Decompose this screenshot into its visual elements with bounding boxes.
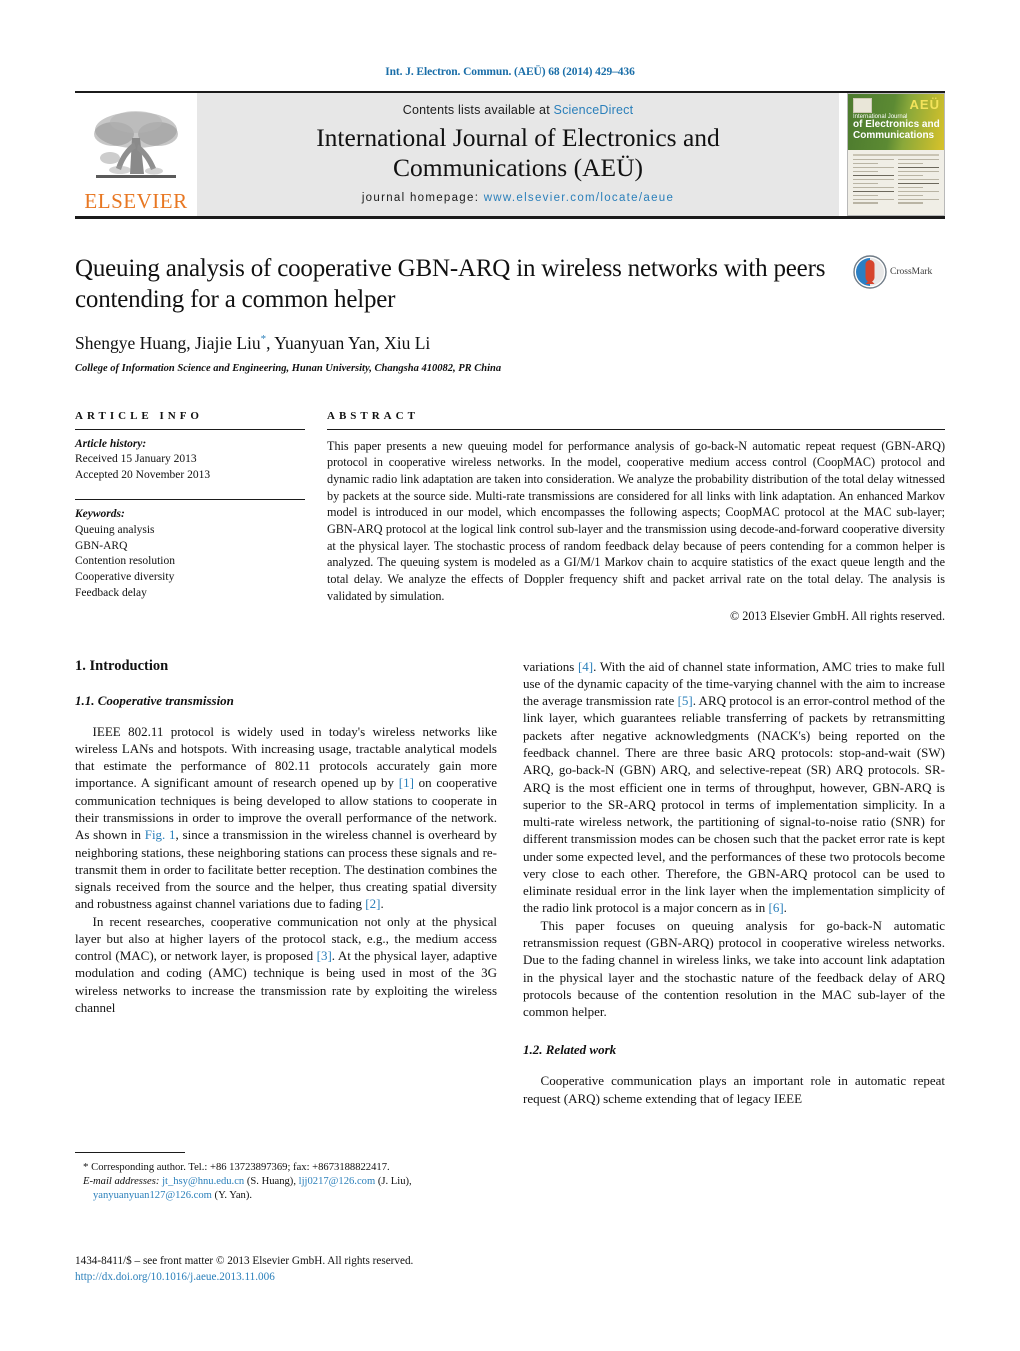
cover-name-line-2: Communications [853,129,935,141]
paragraph: variations [4]. With the aid of channel … [523,658,945,917]
keywords-group: Keywords: Queuing analysis GBN-ARQ Conte… [75,507,305,601]
abstract-copyright: © 2013 Elsevier GmbH. All rights reserve… [729,608,945,623]
running-head: Int. J. Electron. Commun. (AEÜ) 68 (2014… [385,66,635,78]
footnote-rule [75,1152,185,1153]
article-history-label: Article history: [75,437,147,450]
citation-ref-4[interactable]: [4] [578,659,593,674]
citation-ref-2[interactable]: [2] [365,896,380,911]
para-text: . ARQ protocol is an error-control metho… [523,693,945,916]
cover-contents-list [848,149,944,215]
cover-journal-name: of Electronics and Communications [853,119,940,142]
citation-ref-1[interactable]: [1] [399,775,414,790]
journal-band: Contents lists available at ScienceDirec… [197,93,839,216]
keyword-item: Cooperative diversity [75,570,175,583]
affiliation: College of Information Science and Engin… [75,362,502,374]
doi-link[interactable]: http://dx.doi.org/10.1016/j.aeue.2013.11… [75,1269,515,1285]
email-link-huang[interactable]: jt_hsy@hnu.edu.cn [162,1176,244,1187]
homepage-url-link[interactable]: www.elsevier.com/locate/aeue [484,192,674,204]
authors-before-star: Shengye Huang, Jiajie Liu [75,332,261,353]
para-text: . [380,896,384,912]
authors-after-star: , Yuanyuan Yan, Xiu Li [266,332,431,353]
paragraph: IEEE 802.11 protocol is widely used in t… [75,723,497,913]
keyword-item: Feedback delay [75,586,147,599]
footnote-area: * Corresponding author. Tel.: +86 137238… [75,1152,510,1203]
journal-title-line-2: Communications (AEÜ) [392,153,643,182]
footnote-emails: E-mail addresses: jt_hsy@hnu.edu.cn (S. … [75,1175,510,1203]
figure-ref-1[interactable]: Fig. 1 [145,827,176,842]
email-addresses-label: E-mail addresses: [83,1175,160,1187]
author-list: Shengye Huang, Jiajie Liu*, Yuanyuan Yan… [75,333,839,354]
paragraph: In recent researches, cooperative commun… [75,913,497,1017]
email-link-yan[interactable]: yanyuanyuan127@126.com [93,1190,212,1201]
para-text: . [783,900,787,916]
article-history-group: Article history: Received 15 January 201… [75,437,305,484]
keywords-label: Keywords: [75,508,125,521]
abstract-heading: ABSTRACT [327,409,419,422]
email-link-liu[interactable]: ljj0217@126.com [299,1176,376,1187]
email-owner: (S. Huang), [244,1175,299,1187]
abstract-rule [327,428,945,430]
citation-ref-6[interactable]: [6] [768,900,783,915]
keyword-item: Contention resolution [75,555,175,568]
page-title: Queuing analysis of cooperative GBN-ARQ … [75,255,826,314]
para-text: variations [523,658,578,674]
elsevier-logo: ELSEVIER [75,93,197,216]
crossmark-icon [853,255,887,289]
subsection-heading-cooperative-transmission: 1.1. Cooperative transmission [75,692,234,708]
journal-homepage-line: journal homepage: www.elsevier.com/locat… [362,192,674,204]
title-block: Queuing analysis of cooperative GBN-ARQ … [75,253,945,374]
paragraph: This paper focuses on queuing analysis f… [523,917,945,1020]
section-heading-introduction: 1. Introduction [75,657,169,674]
article-info-separator [75,499,305,501]
article-accepted-date: Accepted 20 November 2013 [75,468,211,481]
journal-title-line-1: International Journal of Electronics and [316,122,720,152]
keyword-item: Queuing analysis [75,524,155,536]
article-info-rule [75,428,305,430]
abstract-column: ABSTRACT This paper presents a new queui… [327,410,945,624]
homepage-label: journal homepage: [361,192,480,205]
sciencedirect-link[interactable]: ScienceDirect [554,103,634,117]
elsevier-tree-icon [90,108,182,188]
body-columns: 1. Introduction 1.1. Cooperative transmi… [75,658,945,1107]
citation-ref-5[interactable]: [5] [678,693,693,708]
cover-header: AEÜ International Journal of Electronics… [848,94,944,150]
keyword-item: GBN-ARQ [75,539,128,552]
crossmark-badge[interactable]: CrossMark [853,253,945,289]
journal-cover-thumbnail: AEÜ International Journal of Electronics… [847,93,945,216]
issn-copyright-block: 1434-8411/$ – see front matter © 2013 El… [75,1253,515,1285]
cover-aeu-label: AEÜ [909,97,940,112]
citation-ref-3[interactable]: [3] [317,948,332,963]
article-received-date: Received 15 January 2013 [75,453,197,466]
journal-masthead: ELSEVIER Contents lists available at Sci… [75,91,945,216]
paper-page: Int. J. Electron. Commun. (AEÜ) 68 (2014… [0,0,1020,1351]
abstract-text: This paper presents a new queuing model … [327,438,945,603]
contents-prefix: Contents lists available at [402,102,554,117]
elsevier-wordmark: ELSEVIER [84,189,188,213]
footnote-text: Corresponding author. Tel.: +86 13723897… [88,1162,390,1173]
journal-title: International Journal of Electronics and… [316,123,720,183]
paragraph: Cooperative communication plays an impor… [523,1073,945,1106]
footnote-corresponding-author: * Corresponding author. Tel.: +86 137238… [75,1160,510,1175]
crossmark-label: CrossMark [890,267,933,277]
article-info-column: ARTICLE INFO Article history: Received 1… [75,410,305,624]
cover-logo-box [853,98,872,113]
body-column-left: 1. Introduction 1.1. Cooperative transmi… [75,658,497,1107]
contents-available-line: Contents lists available at ScienceDirec… [403,103,634,117]
article-info-heading: ARTICLE INFO [75,409,203,422]
subsection-heading-related-work: 1.2. Related work [523,1042,617,1058]
masthead-underline [75,216,945,219]
info-abstract-row: ARTICLE INFO Article history: Received 1… [75,410,945,624]
email-owner: (J. Liu), [375,1175,412,1187]
body-column-right: variations [4]. With the aid of channel … [523,658,945,1107]
issn-line: 1434-8411/$ – see front matter © 2013 El… [75,1255,414,1267]
email-owner: (Y. Yan). [211,1189,253,1201]
